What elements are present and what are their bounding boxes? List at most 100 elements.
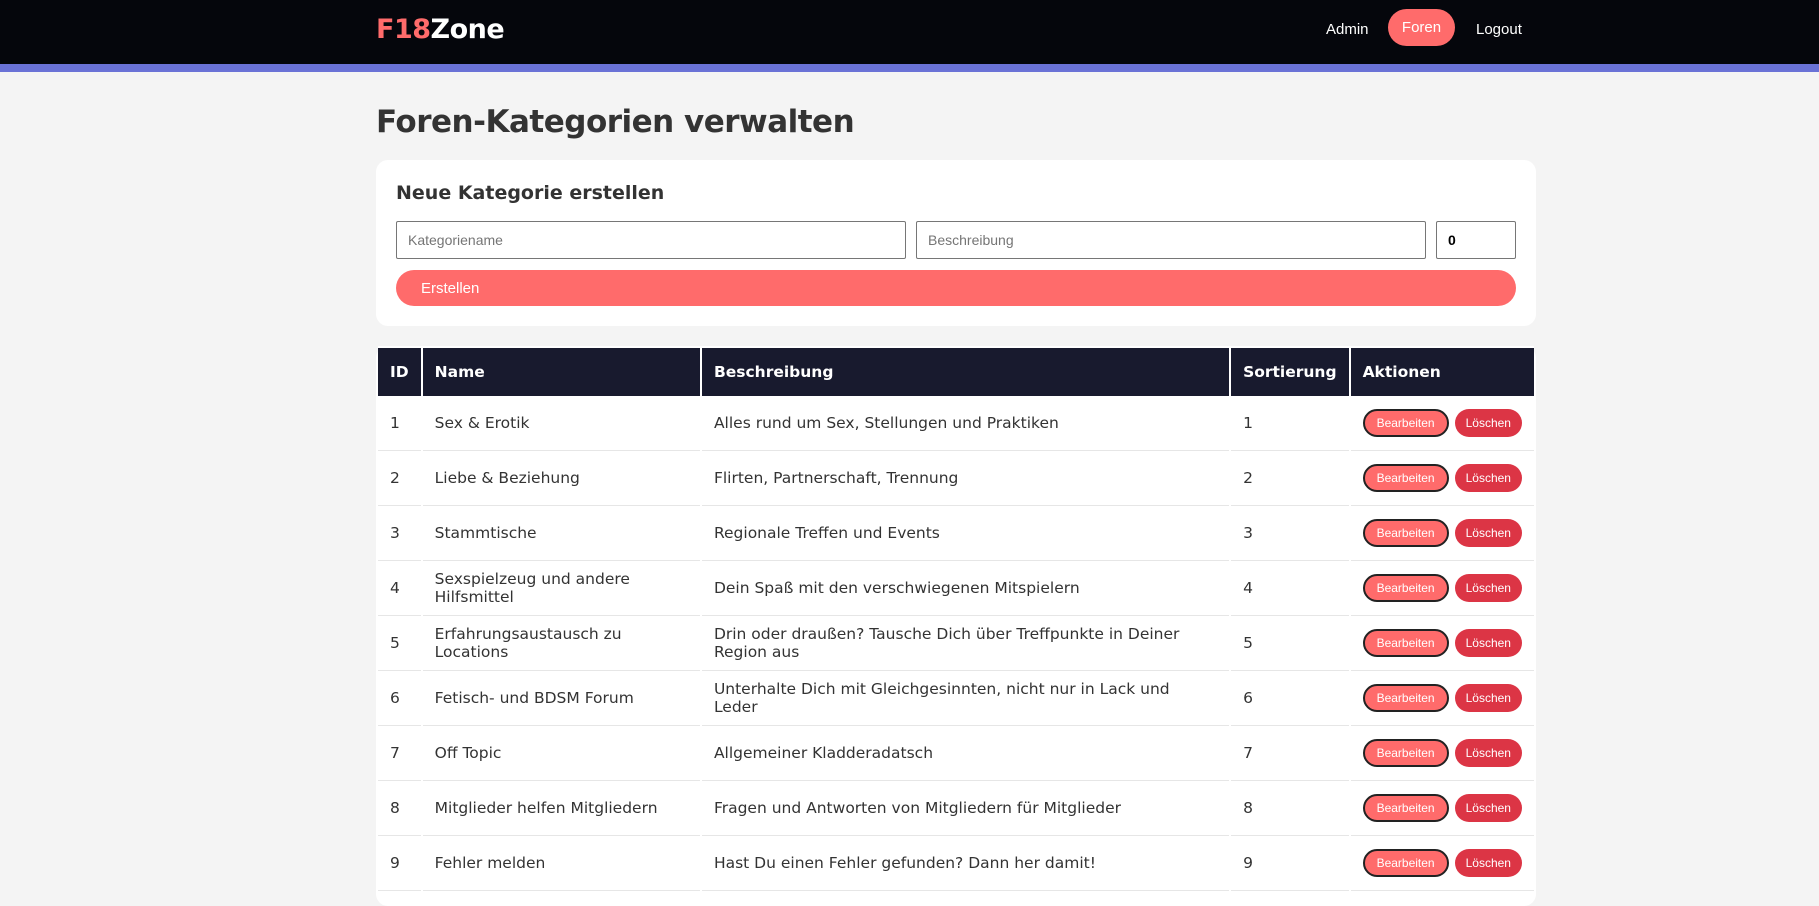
cell-id: 2 <box>378 451 421 506</box>
edit-button[interactable]: Bearbeiten <box>1362 684 1449 712</box>
cell-name: Mitglieder helfen Mitgliedern <box>422 781 700 836</box>
categories-table: ID Name Beschreibung Sortierung Aktionen… <box>376 346 1536 891</box>
cell-sort: 5 <box>1231 616 1349 671</box>
table-row: 1 Sex & Erotik Alles rund um Sex, Stellung… <box>378 396 1534 451</box>
delete-button[interactable]: Löschen <box>1454 409 1522 437</box>
cell-description: Unterhalte Dich mit Gleichgesinnten, nic… <box>701 671 1230 726</box>
edit-button[interactable]: Bearbeiten <box>1362 409 1449 437</box>
cell-sort: 3 <box>1231 506 1349 561</box>
delete-button[interactable]: Löschen <box>1454 519 1522 547</box>
cell-name: Sexspielzeug und andere Hilfsmittel <box>422 561 700 616</box>
cell-sort: 7 <box>1231 726 1349 781</box>
top-navbar: F18Zone Admin Foren Logout <box>0 0 1819 72</box>
cell-id: 3 <box>378 506 421 561</box>
table-row: 8 Mitglieder helfen Mitgliedern Fragen und… <box>378 781 1534 836</box>
cell-id: 9 <box>378 836 421 891</box>
cell-id: 4 <box>378 561 421 616</box>
cell-description: Fragen und Antworten von Mitgliedern für… <box>701 781 1230 836</box>
header-id: ID <box>378 346 421 396</box>
cell-id: 6 <box>378 671 421 726</box>
cell-name: Stammtische <box>422 506 700 561</box>
cell-description: Allgemeiner Kladderadatsch <box>701 726 1230 781</box>
cell-sort: 2 <box>1231 451 1349 506</box>
row-actions: Bearbeiten Löschen <box>1362 409 1522 437</box>
category-description-input[interactable] <box>916 221 1426 259</box>
header-name: Name <box>422 346 700 396</box>
categories-table-card: ID Name Beschreibung Sortierung Aktionen… <box>376 346 1536 906</box>
cell-description: Hast Du einen Fehler gefunden? Dann her … <box>701 836 1230 891</box>
edit-button[interactable]: Bearbeiten <box>1362 739 1449 767</box>
row-actions: Bearbeiten Löschen <box>1362 739 1522 767</box>
cell-actions: Bearbeiten Löschen <box>1350 506 1534 561</box>
cell-description: Flirten, Partnerschaft, Trennung <box>701 451 1230 506</box>
cell-description: Dein Spaß mit den verschwiegenen Mitspie… <box>701 561 1230 616</box>
cell-name: Fetisch- und BDSM Forum <box>422 671 700 726</box>
header-actions: Aktionen <box>1350 346 1534 396</box>
cell-id: 8 <box>378 781 421 836</box>
delete-button[interactable]: Löschen <box>1454 629 1522 657</box>
cell-actions: Bearbeiten Löschen <box>1350 616 1534 671</box>
cell-name: Fehler melden <box>422 836 700 891</box>
row-actions: Bearbeiten Löschen <box>1362 464 1522 492</box>
nav-admin-link[interactable]: Admin <box>1326 21 1369 38</box>
cell-actions: Bearbeiten Löschen <box>1350 451 1534 506</box>
delete-button[interactable]: Löschen <box>1454 574 1522 602</box>
cell-name: Liebe & Beziehung <box>422 451 700 506</box>
cell-name: Off Topic <box>422 726 700 781</box>
edit-button[interactable]: Bearbeiten <box>1362 849 1449 877</box>
table-row: 4 Sexspielzeug und andere Hilfsmittel Dein… <box>378 561 1534 616</box>
cell-actions: Bearbeiten Löschen <box>1350 561 1534 616</box>
nav-logout-link[interactable]: Logout <box>1476 21 1522 38</box>
row-actions: Bearbeiten Löschen <box>1362 574 1522 602</box>
table-row: 3 Stammtische Regionale Treffen und Events… <box>378 506 1534 561</box>
site-logo[interactable]: F18Zone <box>376 14 505 45</box>
edit-button[interactable]: Bearbeiten <box>1362 629 1449 657</box>
table-row: 7 Off Topic Allgemeiner Kladderadatsch 7 Bea… <box>378 726 1534 781</box>
header-sort: Sortierung <box>1231 346 1349 396</box>
table-row: 9 Fehler melden Hast Du einen Fehler gefun… <box>378 836 1534 891</box>
edit-button[interactable]: Bearbeiten <box>1362 794 1449 822</box>
cell-description: Regionale Treffen und Events <box>701 506 1230 561</box>
delete-button[interactable]: Löschen <box>1454 849 1522 877</box>
cell-actions: Bearbeiten Löschen <box>1350 396 1534 451</box>
cell-name: Erfahrungsaustausch zu Locations <box>422 616 700 671</box>
row-actions: Bearbeiten Löschen <box>1362 849 1522 877</box>
table-row: 6 Fetisch- und BDSM Forum Unterhalte Dich … <box>378 671 1534 726</box>
delete-button[interactable]: Löschen <box>1454 739 1522 767</box>
cell-description: Alles rund um Sex, Stellungen und Prakti… <box>701 396 1230 451</box>
logo-part-1: F18 <box>376 14 431 45</box>
table-header-row: ID Name Beschreibung Sortierung Aktionen <box>378 346 1534 396</box>
logo-part-2: Zone <box>430 14 505 45</box>
cell-actions: Bearbeiten Löschen <box>1350 781 1534 836</box>
edit-button[interactable]: Bearbeiten <box>1362 464 1449 492</box>
cell-actions: Bearbeiten Löschen <box>1350 671 1534 726</box>
cell-id: 1 <box>378 396 421 451</box>
header-description: Beschreibung <box>701 346 1230 396</box>
edit-button[interactable]: Bearbeiten <box>1362 519 1449 547</box>
cell-sort: 1 <box>1231 396 1349 451</box>
nav-foren-link[interactable]: Foren <box>1388 9 1455 46</box>
cell-sort: 6 <box>1231 671 1349 726</box>
create-button[interactable]: Erstellen <box>396 270 1516 306</box>
cell-sort: 8 <box>1231 781 1349 836</box>
category-name-input[interactable] <box>396 221 906 259</box>
delete-button[interactable]: Löschen <box>1454 464 1522 492</box>
cell-actions: Bearbeiten Löschen <box>1350 836 1534 891</box>
cell-actions: Bearbeiten Löschen <box>1350 726 1534 781</box>
page-title: Foren-Kategorien verwalten <box>376 104 855 140</box>
table-row: 5 Erfahrungsaustausch zu Locations Drin od… <box>378 616 1534 671</box>
delete-button[interactable]: Löschen <box>1454 684 1522 712</box>
create-category-card: Neue Kategorie erstellen Erstellen <box>376 160 1536 326</box>
cell-name: Sex & Erotik <box>422 396 700 451</box>
cell-sort: 9 <box>1231 836 1349 891</box>
delete-button[interactable]: Löschen <box>1454 794 1522 822</box>
cell-id: 7 <box>378 726 421 781</box>
cell-sort: 4 <box>1231 561 1349 616</box>
row-actions: Bearbeiten Löschen <box>1362 794 1522 822</box>
create-category-title: Neue Kategorie erstellen <box>396 182 665 204</box>
cell-id: 5 <box>378 616 421 671</box>
row-actions: Bearbeiten Löschen <box>1362 684 1522 712</box>
table-row: 2 Liebe & Beziehung Flirten, Partnerschaft… <box>378 451 1534 506</box>
sort-order-input[interactable] <box>1436 221 1516 259</box>
edit-button[interactable]: Bearbeiten <box>1362 574 1449 602</box>
